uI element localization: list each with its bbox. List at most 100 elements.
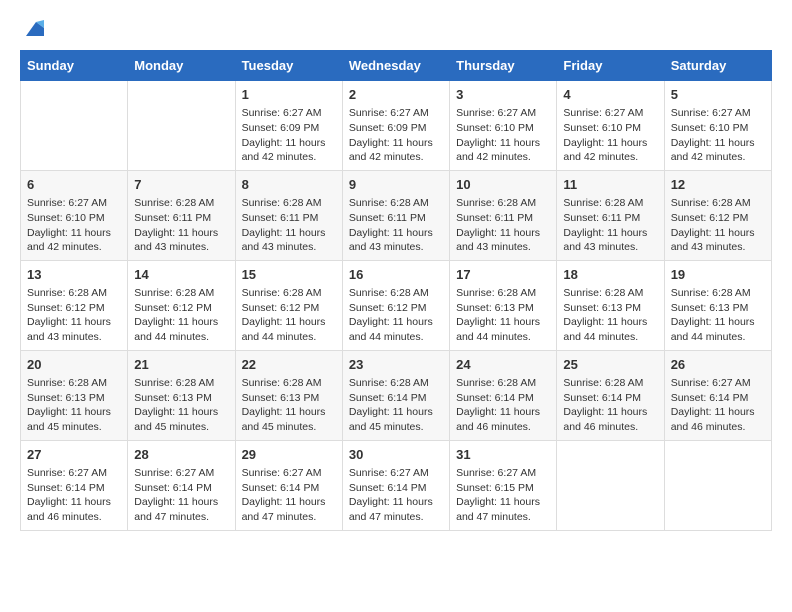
day-info: Sunrise: 6:27 AM Sunset: 6:14 PM Dayligh… xyxy=(671,376,765,435)
day-info: Sunrise: 6:27 AM Sunset: 6:10 PM Dayligh… xyxy=(27,196,121,255)
day-info: Sunrise: 6:28 AM Sunset: 6:14 PM Dayligh… xyxy=(563,376,657,435)
calendar-header-row: SundayMondayTuesdayWednesdayThursdayFrid… xyxy=(21,51,772,81)
day-info: Sunrise: 6:27 AM Sunset: 6:14 PM Dayligh… xyxy=(349,466,443,525)
day-number: 26 xyxy=(671,356,765,374)
day-info: Sunrise: 6:27 AM Sunset: 6:10 PM Dayligh… xyxy=(671,106,765,165)
calendar-cell: 10 Sunrise: 6:28 AM Sunset: 6:11 PM Dayli… xyxy=(450,170,557,260)
day-number: 8 xyxy=(242,176,336,194)
calendar-week-row: 13 Sunrise: 6:28 AM Sunset: 6:12 PM Dayli… xyxy=(21,260,772,350)
calendar-cell: 31Sunrise: 6:27 AM Sunset: 6:15 PM Dayli… xyxy=(450,440,557,530)
calendar-cell: 21 Sunrise: 6:28 AM Sunset: 6:13 PM Dayli… xyxy=(128,350,235,440)
day-number: 5 xyxy=(671,86,765,104)
calendar-cell: 26 Sunrise: 6:27 AM Sunset: 6:14 PM Dayli… xyxy=(664,350,771,440)
calendar-cell: 27Sunrise: 6:27 AM Sunset: 6:14 PM Dayli… xyxy=(21,440,128,530)
day-info: Sunrise: 6:27 AM Sunset: 6:09 PM Dayligh… xyxy=(242,106,336,165)
calendar-cell: 20 Sunrise: 6:28 AM Sunset: 6:13 PM Dayli… xyxy=(21,350,128,440)
day-info: Sunrise: 6:28 AM Sunset: 6:12 PM Dayligh… xyxy=(27,286,121,345)
calendar-cell: 5 Sunrise: 6:27 AM Sunset: 6:10 PM Daylig… xyxy=(664,81,771,171)
calendar-header-saturday: Saturday xyxy=(664,51,771,81)
day-info: Sunrise: 6:27 AM Sunset: 6:10 PM Dayligh… xyxy=(456,106,550,165)
day-number: 23 xyxy=(349,356,443,374)
day-number: 21 xyxy=(134,356,228,374)
day-info: Sunrise: 6:28 AM Sunset: 6:13 PM Dayligh… xyxy=(671,286,765,345)
calendar-cell: 1 Sunrise: 6:27 AM Sunset: 6:09 PM Daylig… xyxy=(235,81,342,171)
day-info: Sunrise: 6:28 AM Sunset: 6:11 PM Dayligh… xyxy=(242,196,336,255)
day-info: Sunrise: 6:28 AM Sunset: 6:13 PM Dayligh… xyxy=(27,376,121,435)
calendar-cell: 23 Sunrise: 6:28 AM Sunset: 6:14 PM Dayli… xyxy=(342,350,449,440)
calendar-week-row: 20 Sunrise: 6:28 AM Sunset: 6:13 PM Dayli… xyxy=(21,350,772,440)
day-info: Sunrise: 6:27 AM Sunset: 6:10 PM Dayligh… xyxy=(563,106,657,165)
calendar-cell: 19 Sunrise: 6:28 AM Sunset: 6:13 PM Dayli… xyxy=(664,260,771,350)
day-info: Sunrise: 6:28 AM Sunset: 6:13 PM Dayligh… xyxy=(456,286,550,345)
day-info: Sunrise: 6:28 AM Sunset: 6:12 PM Dayligh… xyxy=(242,286,336,345)
day-number: 15 xyxy=(242,266,336,284)
calendar-cell: 6 Sunrise: 6:27 AM Sunset: 6:10 PM Daylig… xyxy=(21,170,128,260)
day-number: 25 xyxy=(563,356,657,374)
calendar-cell: 15 Sunrise: 6:28 AM Sunset: 6:12 PM Dayli… xyxy=(235,260,342,350)
calendar-cell xyxy=(664,440,771,530)
day-info: Sunrise: 6:27 AM Sunset: 6:15 PM Dayligh… xyxy=(456,466,550,525)
day-number: 19 xyxy=(671,266,765,284)
day-info: Sunrise: 6:27 AM Sunset: 6:14 PM Dayligh… xyxy=(134,466,228,525)
calendar-cell: 2Sunrise: 6:27 AM Sunset: 6:09 PM Daylig… xyxy=(342,81,449,171)
day-number: 16 xyxy=(349,266,443,284)
day-info: Sunrise: 6:27 AM Sunset: 6:14 PM Dayligh… xyxy=(27,466,121,525)
calendar-header-friday: Friday xyxy=(557,51,664,81)
day-number: 12 xyxy=(671,176,765,194)
day-info: Sunrise: 6:28 AM Sunset: 6:11 PM Dayligh… xyxy=(563,196,657,255)
page-header xyxy=(20,20,772,40)
day-info: Sunrise: 6:28 AM Sunset: 6:12 PM Dayligh… xyxy=(134,286,228,345)
logo-icon xyxy=(22,18,44,40)
day-info: Sunrise: 6:28 AM Sunset: 6:13 PM Dayligh… xyxy=(242,376,336,435)
calendar-cell: 4 Sunrise: 6:27 AM Sunset: 6:10 PM Daylig… xyxy=(557,81,664,171)
day-info: Sunrise: 6:28 AM Sunset: 6:14 PM Dayligh… xyxy=(456,376,550,435)
day-info: Sunrise: 6:28 AM Sunset: 6:13 PM Dayligh… xyxy=(134,376,228,435)
calendar-cell: 13 Sunrise: 6:28 AM Sunset: 6:12 PM Dayli… xyxy=(21,260,128,350)
day-number: 10 xyxy=(456,176,550,194)
calendar-cell: 29 Sunrise: 6:27 AM Sunset: 6:14 PM Dayli… xyxy=(235,440,342,530)
calendar-cell: 22 Sunrise: 6:28 AM Sunset: 6:13 PM Dayli… xyxy=(235,350,342,440)
day-number: 13 xyxy=(27,266,121,284)
day-number: 18 xyxy=(563,266,657,284)
calendar-header-wednesday: Wednesday xyxy=(342,51,449,81)
calendar-cell xyxy=(557,440,664,530)
calendar-cell: 8 Sunrise: 6:28 AM Sunset: 6:11 PM Daylig… xyxy=(235,170,342,260)
calendar-cell: 30Sunrise: 6:27 AM Sunset: 6:14 PM Dayli… xyxy=(342,440,449,530)
day-number: 9 xyxy=(349,176,443,194)
day-number: 22 xyxy=(242,356,336,374)
day-info: Sunrise: 6:27 AM Sunset: 6:09 PM Dayligh… xyxy=(349,106,443,165)
day-info: Sunrise: 6:28 AM Sunset: 6:11 PM Dayligh… xyxy=(456,196,550,255)
calendar-table: SundayMondayTuesdayWednesdayThursdayFrid… xyxy=(20,50,772,531)
day-number: 11 xyxy=(563,176,657,194)
calendar-cell: 28 Sunrise: 6:27 AM Sunset: 6:14 PM Dayli… xyxy=(128,440,235,530)
calendar-cell: 12 Sunrise: 6:28 AM Sunset: 6:12 PM Dayli… xyxy=(664,170,771,260)
logo xyxy=(20,20,44,40)
calendar-cell: 17 Sunrise: 6:28 AM Sunset: 6:13 PM Dayli… xyxy=(450,260,557,350)
day-number: 28 xyxy=(134,446,228,464)
day-info: Sunrise: 6:28 AM Sunset: 6:11 PM Dayligh… xyxy=(349,196,443,255)
day-number: 1 xyxy=(242,86,336,104)
day-number: 20 xyxy=(27,356,121,374)
calendar-week-row: 6 Sunrise: 6:27 AM Sunset: 6:10 PM Daylig… xyxy=(21,170,772,260)
day-info: Sunrise: 6:28 AM Sunset: 6:12 PM Dayligh… xyxy=(671,196,765,255)
day-info: Sunrise: 6:28 AM Sunset: 6:12 PM Dayligh… xyxy=(349,286,443,345)
day-number: 6 xyxy=(27,176,121,194)
calendar-cell: 11 Sunrise: 6:28 AM Sunset: 6:11 PM Dayli… xyxy=(557,170,664,260)
day-info: Sunrise: 6:28 AM Sunset: 6:14 PM Dayligh… xyxy=(349,376,443,435)
day-number: 17 xyxy=(456,266,550,284)
calendar-cell: 9 Sunrise: 6:28 AM Sunset: 6:11 PM Daylig… xyxy=(342,170,449,260)
day-number: 3 xyxy=(456,86,550,104)
calendar-cell xyxy=(128,81,235,171)
calendar-cell: 24Sunrise: 6:28 AM Sunset: 6:14 PM Dayli… xyxy=(450,350,557,440)
calendar-header-tuesday: Tuesday xyxy=(235,51,342,81)
day-number: 4 xyxy=(563,86,657,104)
day-number: 29 xyxy=(242,446,336,464)
calendar-cell xyxy=(21,81,128,171)
day-info: Sunrise: 6:27 AM Sunset: 6:14 PM Dayligh… xyxy=(242,466,336,525)
calendar-cell: 14 Sunrise: 6:28 AM Sunset: 6:12 PM Dayli… xyxy=(128,260,235,350)
calendar-header-sunday: Sunday xyxy=(21,51,128,81)
calendar-cell: 16 Sunrise: 6:28 AM Sunset: 6:12 PM Dayli… xyxy=(342,260,449,350)
calendar-cell: 7Sunrise: 6:28 AM Sunset: 6:11 PM Daylig… xyxy=(128,170,235,260)
calendar-header-thursday: Thursday xyxy=(450,51,557,81)
day-number: 14 xyxy=(134,266,228,284)
